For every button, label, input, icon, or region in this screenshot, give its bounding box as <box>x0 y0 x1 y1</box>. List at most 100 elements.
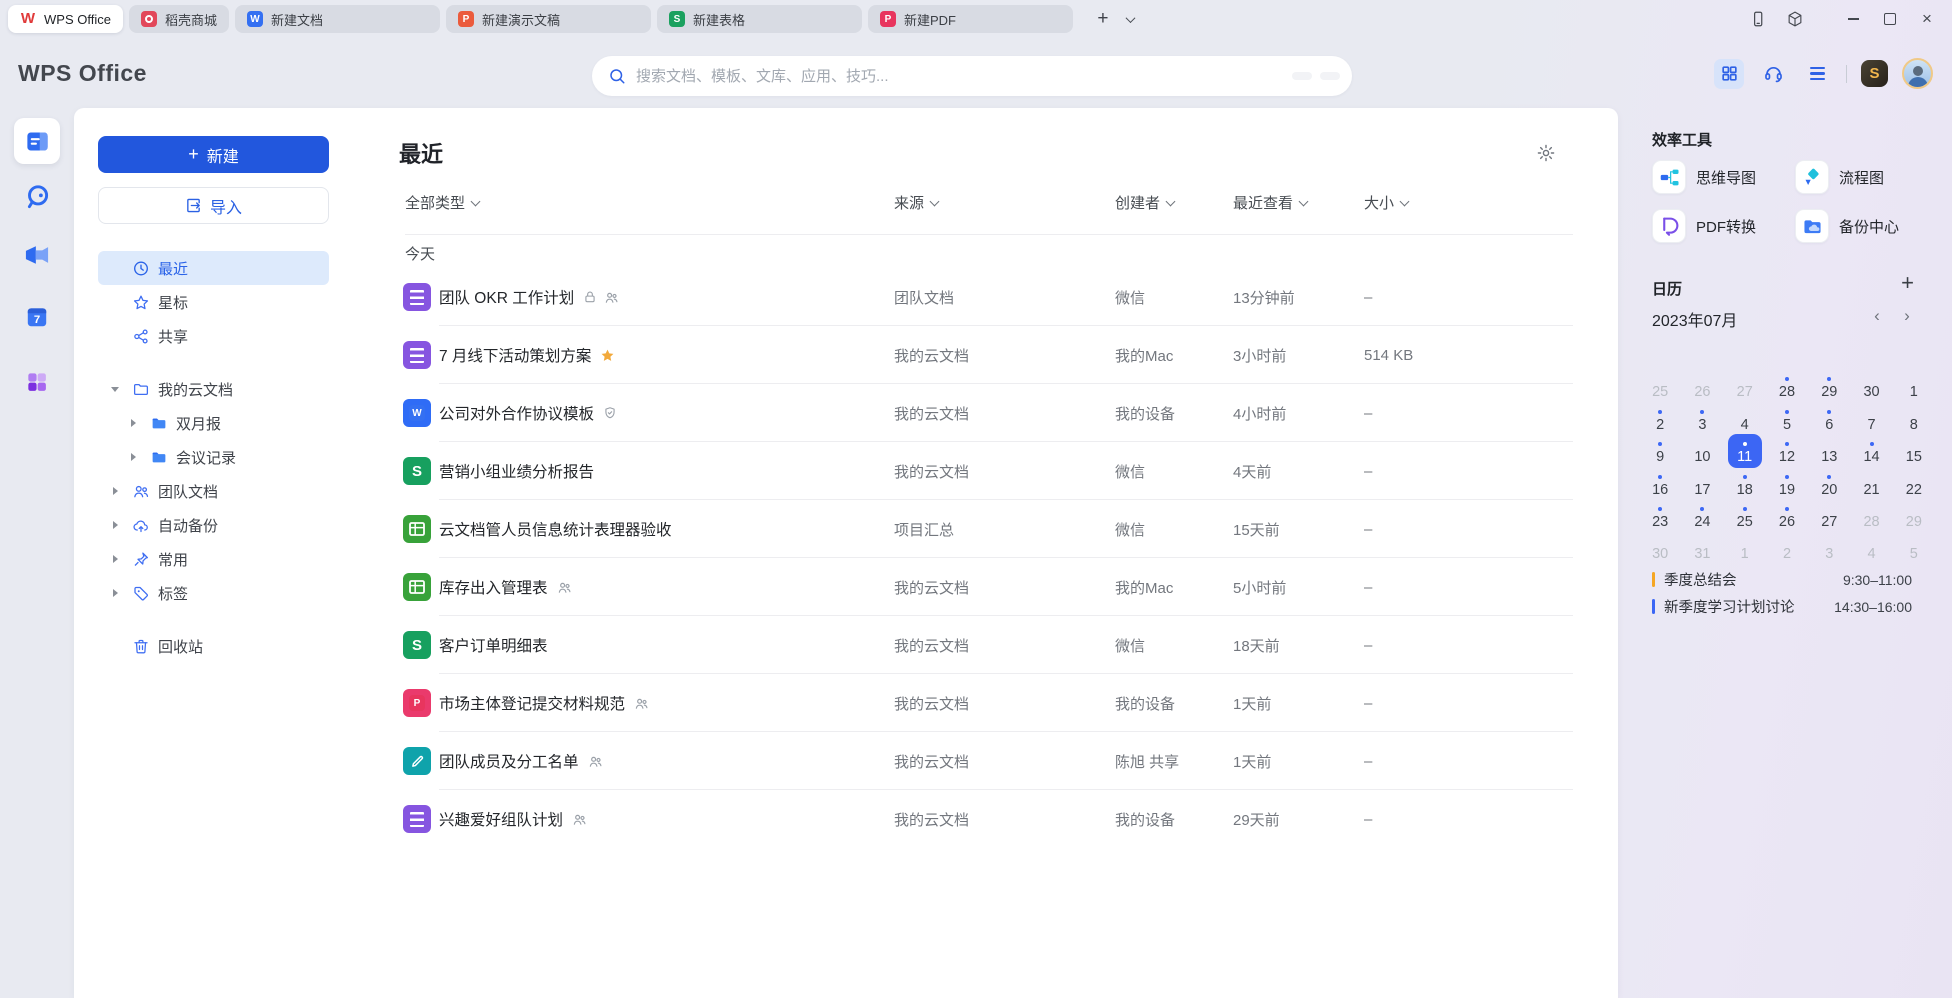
sidebar-item[interactable]: 共享 <box>98 319 329 353</box>
file-row[interactable]: 云文档管人员信息统计表理器验收 项目汇总 微信 15天前 – <box>361 500 1618 558</box>
search-input[interactable] <box>636 68 1284 85</box>
calendar-day[interactable]: 2 <box>1766 532 1808 564</box>
app-tab[interactable]: W WPS Office <box>8 5 123 33</box>
sidebar-item[interactable]: 团队文档 <box>98 474 329 508</box>
svip-badge-icon[interactable]: S <box>1861 60 1888 87</box>
calendar-event[interactable]: 新季度学习计划讨论 14:30–16:00 <box>1652 596 1912 617</box>
support-headset-icon[interactable] <box>1758 59 1788 89</box>
expand-caret-icon[interactable] <box>128 452 138 462</box>
calendar-day[interactable]: 19 <box>1766 467 1808 499</box>
file-row[interactable]: 7 月线下活动策划方案 我的云文档 我的Mac 3小时前 514 KB <box>361 326 1618 384</box>
new-document-button[interactable]: 新建 <box>98 136 329 173</box>
filter-dropdown[interactable]: 大小 <box>1364 192 1408 213</box>
calendar-day[interactable]: 3 <box>1808 532 1850 564</box>
calendar-day[interactable]: 24 <box>1681 500 1723 532</box>
close-button[interactable] <box>1916 8 1938 30</box>
calendar-day[interactable]: 25 <box>1639 370 1681 402</box>
filter-dropdown[interactable]: 来源 <box>894 192 938 213</box>
file-row[interactable]: 团队 OKR 工作计划 团队文档 微信 13分钟前 – <box>361 268 1618 326</box>
calendar-day[interactable]: 25 <box>1724 500 1766 532</box>
calendar-day[interactable]: 14 <box>1850 435 1892 467</box>
filter-dropdown[interactable]: 创建者 <box>1115 192 1174 213</box>
sidebar-item[interactable]: 双月报 <box>98 406 329 440</box>
search-tag[interactable] <box>1292 72 1312 80</box>
file-row[interactable]: 库存出入管理表 我的云文档 我的Mac 5小时前 – <box>361 558 1618 616</box>
file-row[interactable]: S 营销小组业绩分析报告 我的云文档 微信 4天前 – <box>361 442 1618 500</box>
calendar-day[interactable]: 23 <box>1639 500 1681 532</box>
expand-caret-icon[interactable] <box>110 486 120 496</box>
search-bar[interactable] <box>592 56 1352 96</box>
workspace-box-icon[interactable] <box>1784 8 1806 30</box>
calendar-day[interactable]: 1 <box>1893 370 1935 402</box>
file-row[interactable]: S 客户订单明细表 我的云文档 微信 18天前 – <box>361 616 1618 674</box>
maximize-button[interactable] <box>1879 8 1901 30</box>
rail-app-icon[interactable] <box>14 359 60 405</box>
expand-caret-icon[interactable] <box>110 520 120 530</box>
tool-shortcut[interactable]: PDF转换 <box>1652 209 1756 243</box>
new-tab-button[interactable] <box>1091 7 1115 31</box>
calendar-day[interactable]: 26 <box>1681 370 1723 402</box>
file-row[interactable]: 团队成员及分工名单 我的云文档 陈旭 共享 1天前 – <box>361 732 1618 790</box>
tool-shortcut[interactable]: 备份中心 <box>1795 209 1899 243</box>
import-button[interactable]: 导入 <box>98 187 329 224</box>
calendar-day[interactable]: 20 <box>1808 467 1850 499</box>
calendar-day[interactable]: 4 <box>1724 402 1766 434</box>
file-row[interactable]: P 市场主体登记提交材料规范 我的云文档 我的设备 1天前 – <box>361 674 1618 732</box>
sidebar-item[interactable]: 自动备份 <box>98 508 329 542</box>
calendar-day[interactable]: 13 <box>1808 435 1850 467</box>
calendar-event[interactable]: 季度总结会 9:30–11:00 <box>1652 569 1912 590</box>
minimize-button[interactable] <box>1842 8 1864 30</box>
calendar-day[interactable]: 26 <box>1766 500 1808 532</box>
sidebar-item[interactable]: 标签 <box>98 576 329 610</box>
avatar[interactable] <box>1902 58 1933 89</box>
sidebar-item[interactable]: 我的云文档 <box>98 372 329 406</box>
calendar-day[interactable]: 7 <box>1850 402 1892 434</box>
calendar-day[interactable]: 9 <box>1639 435 1681 467</box>
calendar-day[interactable]: 8 <box>1893 402 1935 434</box>
sidebar-item[interactable]: 常用 <box>98 542 329 576</box>
sidebar-item[interactable]: 会议记录 <box>98 440 329 474</box>
calendar-day[interactable]: 5 <box>1893 532 1935 564</box>
calendar-day[interactable]: 6 <box>1808 402 1850 434</box>
filter-dropdown[interactable]: 最近查看 <box>1233 192 1307 213</box>
sidebar-item[interactable]: 最近 <box>98 251 329 285</box>
rail-app-icon[interactable] <box>14 232 60 278</box>
calendar-day[interactable]: 30 <box>1639 532 1681 564</box>
apps-grid-icon[interactable] <box>1714 59 1744 89</box>
calendar-day[interactable]: 1 <box>1724 532 1766 564</box>
calendar-day[interactable]: 29 <box>1893 500 1935 532</box>
main-menu-icon[interactable] <box>1802 59 1832 89</box>
app-tab[interactable]: 稻壳商城 <box>129 5 229 33</box>
tool-shortcut[interactable]: 流程图 <box>1795 160 1884 194</box>
expand-caret-icon[interactable] <box>128 418 138 428</box>
filter-dropdown[interactable]: 全部类型 <box>405 192 479 213</box>
calendar-day[interactable]: 22 <box>1893 467 1935 499</box>
rail-app-icon[interactable]: 7 <box>14 294 60 340</box>
calendar-day[interactable]: 16 <box>1639 467 1681 499</box>
file-row[interactable]: 兴趣爱好组队计划 我的云文档 我的设备 29天前 – <box>361 790 1618 848</box>
calendar-day[interactable]: 12 <box>1766 435 1808 467</box>
calendar-day[interactable]: 18 <box>1724 467 1766 499</box>
calendar-day[interactable]: 27 <box>1724 370 1766 402</box>
calendar-day[interactable]: 17 <box>1681 467 1723 499</box>
tab-list-chevron[interactable] <box>1121 7 1141 31</box>
calendar-day[interactable]: 30 <box>1850 370 1892 402</box>
calendar-day[interactable]: 3 <box>1681 402 1723 434</box>
calendar-day[interactable]: 29 <box>1808 370 1850 402</box>
calendar-day[interactable]: 11 <box>1724 435 1766 467</box>
next-month-button[interactable] <box>1898 307 1916 325</box>
search-tag[interactable] <box>1320 72 1340 80</box>
app-tab[interactable]: S 新建表格 <box>657 5 862 33</box>
calendar-day[interactable]: 10 <box>1681 435 1723 467</box>
calendar-day[interactable]: 5 <box>1766 402 1808 434</box>
calendar-day[interactable]: 2 <box>1639 402 1681 434</box>
calendar-day[interactable]: 28 <box>1850 500 1892 532</box>
prev-month-button[interactable] <box>1868 307 1886 325</box>
tool-shortcut[interactable]: 思维导图 <box>1652 160 1756 194</box>
file-row[interactable]: W 公司对外合作协议模板 我的云文档 我的设备 4小时前 – <box>361 384 1618 442</box>
add-event-button[interactable] <box>1901 272 1914 294</box>
rail-app-icon[interactable] <box>14 173 60 219</box>
calendar-day[interactable]: 4 <box>1850 532 1892 564</box>
app-tab[interactable]: W 新建文档 <box>235 5 440 33</box>
expand-caret-icon[interactable] <box>110 588 120 598</box>
